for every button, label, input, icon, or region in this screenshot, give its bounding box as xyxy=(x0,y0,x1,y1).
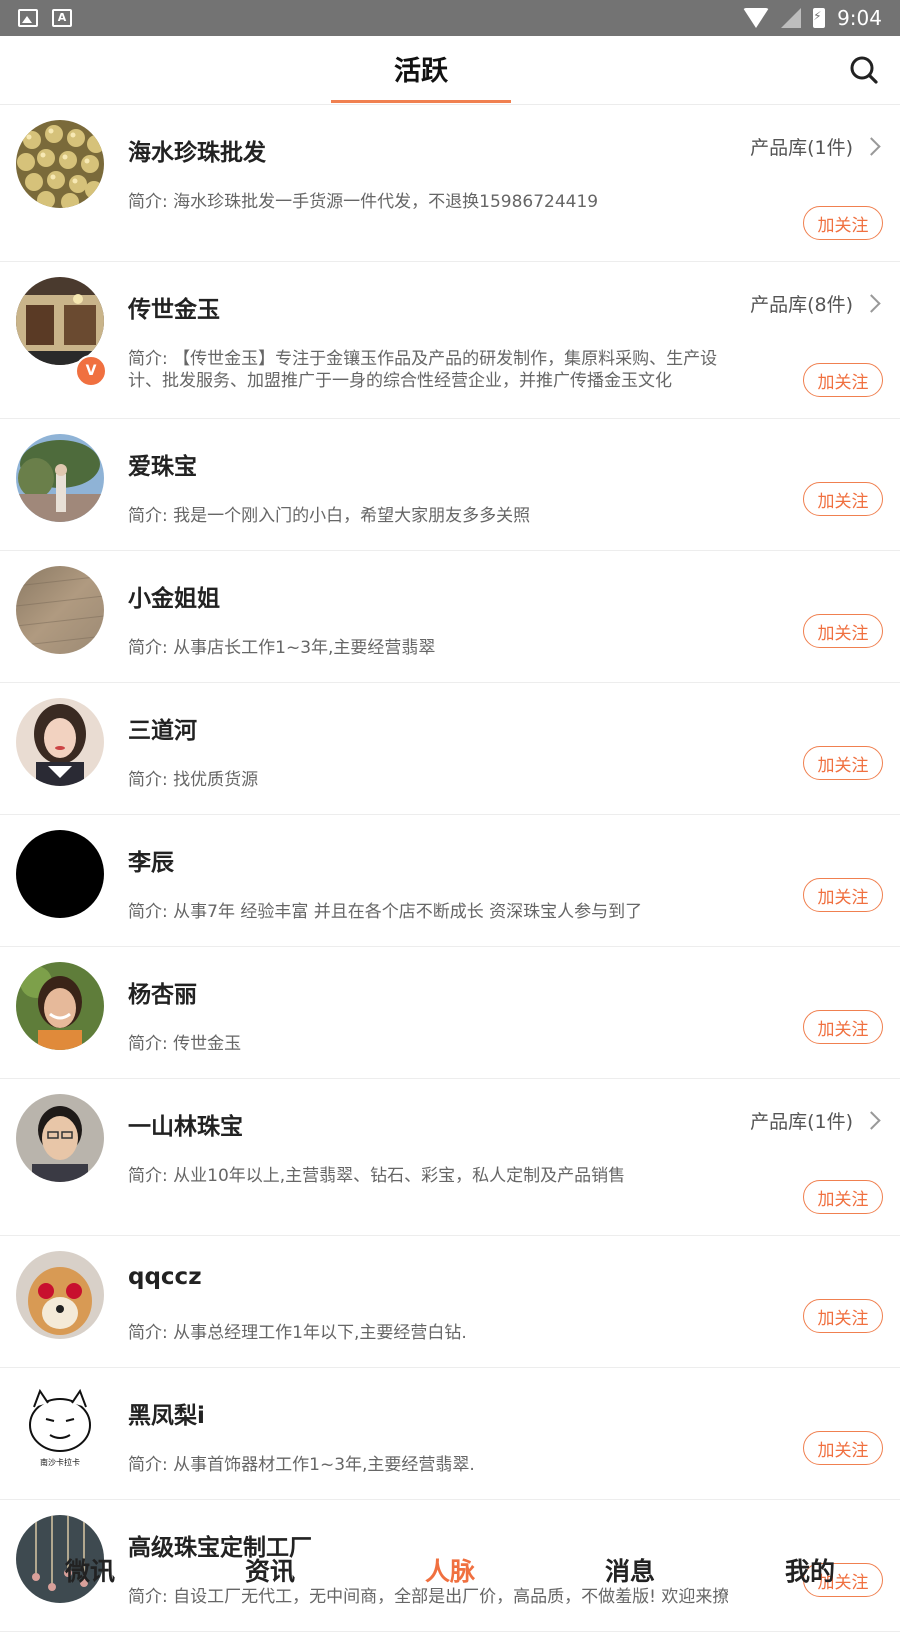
follow-button[interactable]: 加关注 xyxy=(803,363,883,397)
user-bio: 简介: 从事7年 经验丰富 并且在各个店不断成长 资深珠宝人参与到了 xyxy=(128,902,643,922)
follow-button[interactable]: 加关注 xyxy=(803,878,883,912)
nav-news[interactable]: 资讯 xyxy=(210,1552,330,1588)
wifi-icon xyxy=(743,8,770,28)
list-item[interactable]: V 传世金玉 产品库(8件) 简介: 【传世金玉】专注于金镶玉作品及产品的研发制… xyxy=(0,262,900,419)
user-name[interactable]: 海水珍珠批发 xyxy=(128,133,266,167)
nav-me[interactable]: 我的 xyxy=(750,1552,870,1588)
search-icon[interactable] xyxy=(848,54,880,86)
follow-button[interactable]: 加关注 xyxy=(803,1180,883,1214)
header: 活跃 xyxy=(0,36,900,105)
user-bio: 简介: 从事首饰器材工作1~3年,主要经营翡翠. xyxy=(128,1455,475,1475)
user-name[interactable]: 李辰 xyxy=(128,843,174,877)
user-bio: 简介: 我是一个刚入门的小白，希望大家朋友多多关照 xyxy=(128,506,531,526)
follow-button[interactable]: 加关注 xyxy=(803,614,883,648)
avatar xyxy=(16,1094,104,1182)
list-item[interactable]: qqccz 简介: 从事总经理工作1年以下,主要经营白钻. 加关注 xyxy=(0,1236,900,1368)
follow-button[interactable]: 加关注 xyxy=(803,1431,883,1465)
people-list: 海水珍珠批发 产品库(1件) 简介: 海水珍珠批发一手货源一件代发，不退换159… xyxy=(0,105,900,1632)
product-library-label: 产品库(1件) xyxy=(750,1111,853,1133)
user-bio: 简介: 从事店长工作1~3年,主要经营翡翠 xyxy=(128,638,436,658)
user-bio: 简介: 找优质货源 xyxy=(128,770,259,790)
status-left: A xyxy=(18,9,72,27)
list-item[interactable]: 一山林珠宝 产品库(1件) 简介: 从业10年以上,主营翡翠、钻石、彩宝，私人定… xyxy=(0,1079,900,1236)
user-name[interactable]: 传世金玉 xyxy=(128,290,220,324)
status-right: 9:04 xyxy=(743,6,882,30)
follow-button[interactable]: 加关注 xyxy=(803,482,883,516)
user-bio: 简介: 【传世金玉】专注于金镶玉作品及产品的研发制作，集原料采购、生产设计、批发… xyxy=(128,349,718,391)
user-name[interactable]: 小金姐姐 xyxy=(128,579,220,613)
list-item[interactable]: 南沙卡拉卡 黑凤梨i 简介: 从事首饰器材工作1~3年,主要经营翡翠. 加关注 xyxy=(0,1368,900,1500)
follow-button[interactable]: 加关注 xyxy=(803,1299,883,1333)
user-name[interactable]: 爱珠宝 xyxy=(128,447,197,481)
product-library-label: 产品库(8件) xyxy=(750,294,853,316)
user-bio: 简介: 传世金玉 xyxy=(128,1034,242,1054)
avatar xyxy=(16,962,104,1050)
avatar xyxy=(16,277,104,365)
avatar xyxy=(16,1251,104,1339)
chevron-right-icon xyxy=(862,294,881,313)
nav-contacts[interactable]: 人脉 xyxy=(390,1552,510,1588)
list-item[interactable]: 李辰 简介: 从事7年 经验丰富 并且在各个店不断成长 资深珠宝人参与到了 加关… xyxy=(0,815,900,947)
user-name[interactable]: 一山林珠宝 xyxy=(128,1107,243,1141)
list-item[interactable]: 小金姐姐 简介: 从事店长工作1~3年,主要经营翡翠 加关注 xyxy=(0,551,900,683)
cell-signal-icon xyxy=(781,8,802,28)
user-bio: 简介: 从业10年以上,主营翡翠、钻石、彩宝，私人定制及产品销售 xyxy=(128,1166,626,1186)
user-name[interactable]: 三道河 xyxy=(128,711,197,745)
product-library-link[interactable]: 产品库(1件) xyxy=(750,1107,881,1134)
bottom-nav: 微讯 资讯 人脉 消息 我的 xyxy=(0,1540,900,1600)
nav-weixun[interactable]: 微讯 xyxy=(30,1552,150,1588)
list-item[interactable]: 海水珍珠批发 产品库(1件) 简介: 海水珍珠批发一手货源一件代发，不退换159… xyxy=(0,105,900,262)
status-bar: A 9:04 xyxy=(0,0,900,36)
user-name[interactable]: 黑凤梨i xyxy=(128,1396,205,1430)
follow-button[interactable]: 加关注 xyxy=(803,746,883,780)
chevron-right-icon xyxy=(862,137,881,156)
nav-messages[interactable]: 消息 xyxy=(570,1552,690,1588)
font-icon: A xyxy=(52,9,72,27)
avatar xyxy=(16,830,104,918)
status-time: 9:04 xyxy=(837,6,882,30)
user-bio: 简介: 从事总经理工作1年以下,主要经营白钻. xyxy=(128,1323,467,1343)
follow-button[interactable]: 加关注 xyxy=(803,206,883,240)
verified-badge: V xyxy=(75,355,107,387)
user-name[interactable]: 杨杏丽 xyxy=(128,975,197,1009)
product-library-label: 产品库(1件) xyxy=(750,137,853,159)
product-library-link[interactable]: 产品库(1件) xyxy=(750,133,881,160)
list-item[interactable]: 爱珠宝 简介: 我是一个刚入门的小白，希望大家朋友多多关照 加关注 xyxy=(0,419,900,551)
chevron-right-icon xyxy=(862,1111,881,1130)
user-bio: 简介: 海水珍珠批发一手货源一件代发，不退换15986724419 xyxy=(128,192,599,212)
avatar xyxy=(16,566,104,654)
avatar xyxy=(16,434,104,522)
avatar xyxy=(16,698,104,786)
user-name[interactable]: qqccz xyxy=(128,1264,202,1290)
list-item[interactable]: 杨杏丽 简介: 传世金玉 加关注 xyxy=(0,947,900,1079)
image-icon xyxy=(18,9,38,27)
product-library-link[interactable]: 产品库(8件) xyxy=(750,290,881,317)
follow-button[interactable]: 加关注 xyxy=(803,1010,883,1044)
avatar-caption: 南沙卡拉卡 xyxy=(40,1457,80,1467)
list-item[interactable]: 三道河 简介: 找优质货源 加关注 xyxy=(0,683,900,815)
avatar xyxy=(16,120,104,208)
avatar: 南沙卡拉卡 xyxy=(16,1383,104,1471)
battery-icon xyxy=(813,8,826,28)
tab-active[interactable]: 活跃 xyxy=(331,36,511,103)
